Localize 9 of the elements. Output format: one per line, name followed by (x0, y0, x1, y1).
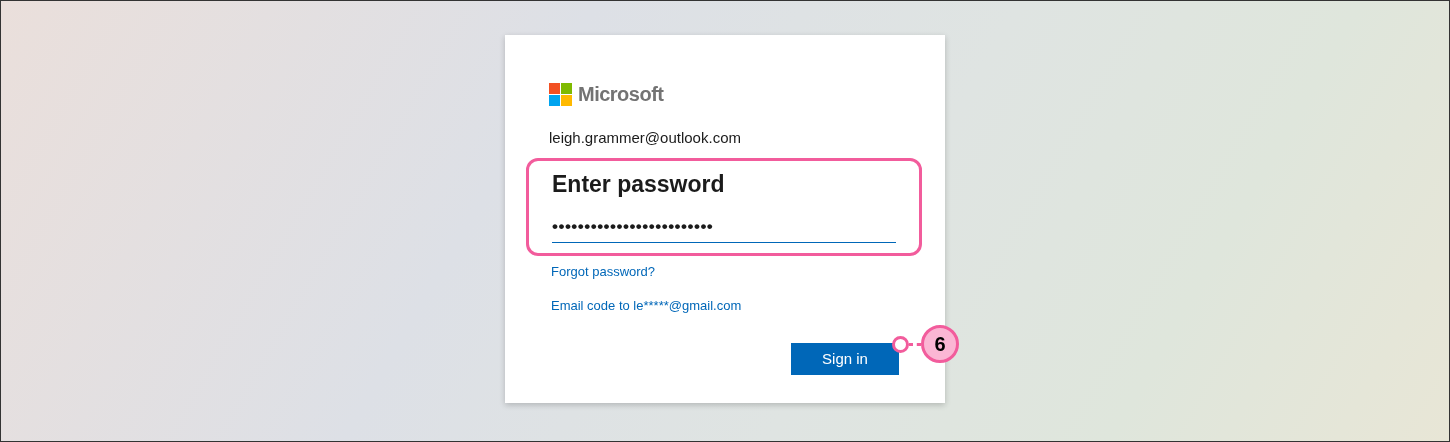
password-field[interactable]: ••••••••••••••••••••••••• (552, 211, 896, 243)
email-code-link[interactable]: Email code to le*****@gmail.com (551, 295, 899, 315)
page-heading: Enter password (552, 169, 726, 199)
account-email: leigh.grammer@outlook.com (549, 128, 742, 148)
sign-in-button[interactable]: Sign in (791, 343, 899, 375)
four-square-logo-icon (549, 82, 572, 106)
step-number-badge: 6 (921, 325, 959, 363)
forgot-password-link[interactable]: Forgot password? (551, 262, 899, 282)
brand-name: Microsoft (578, 82, 664, 107)
